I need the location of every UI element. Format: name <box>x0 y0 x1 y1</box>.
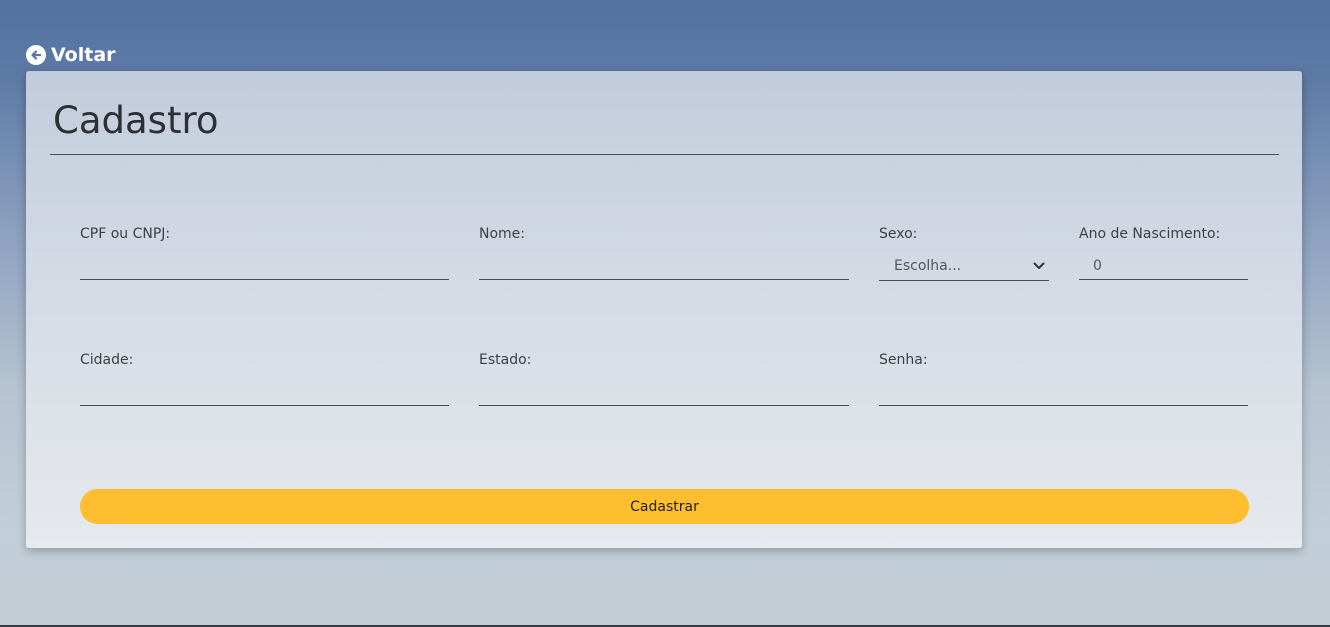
nome-input[interactable] <box>479 252 849 280</box>
nome-label: Nome: <box>479 226 526 242</box>
chevron-down-icon <box>1033 258 1045 274</box>
senha-field-group: Senha: <box>879 352 1248 414</box>
cpf-label: CPF ou CNPJ: <box>80 226 171 242</box>
title-divider <box>50 154 1279 155</box>
register-card: Cadastro CPF ou CNPJ: Nome: Sexo: Escolh… <box>26 71 1302 548</box>
nome-field-group: Nome: <box>479 226 849 288</box>
cidade-label: Cidade: <box>80 352 134 368</box>
ano-input[interactable] <box>1079 252 1248 280</box>
cpf-field-group: CPF ou CNPJ: <box>80 226 449 288</box>
estado-label: Estado: <box>479 352 532 368</box>
sexo-select[interactable]: Escolha... <box>879 252 1049 281</box>
cpf-input[interactable] <box>80 252 449 280</box>
arrow-left-circle-icon <box>26 45 46 65</box>
back-label: Voltar <box>51 44 116 66</box>
page-title: Cadastro <box>53 99 219 142</box>
senha-label: Senha: <box>879 352 928 368</box>
back-link[interactable]: Voltar <box>26 44 116 66</box>
estado-field-group: Estado: <box>479 352 849 414</box>
estado-input[interactable] <box>479 378 849 406</box>
sexo-label: Sexo: <box>879 226 918 242</box>
cidade-input[interactable] <box>80 378 449 406</box>
sexo-selected-value: Escolha... <box>894 258 962 274</box>
senha-input[interactable] <box>879 378 1248 406</box>
ano-label: Ano de Nascimento: <box>1079 226 1221 242</box>
cadastrar-button[interactable]: Cadastrar <box>80 489 1249 524</box>
cidade-field-group: Cidade: <box>80 352 449 414</box>
ano-field-group: Ano de Nascimento: <box>1079 226 1248 288</box>
sexo-field-group: Sexo: Escolha... <box>879 226 1049 288</box>
